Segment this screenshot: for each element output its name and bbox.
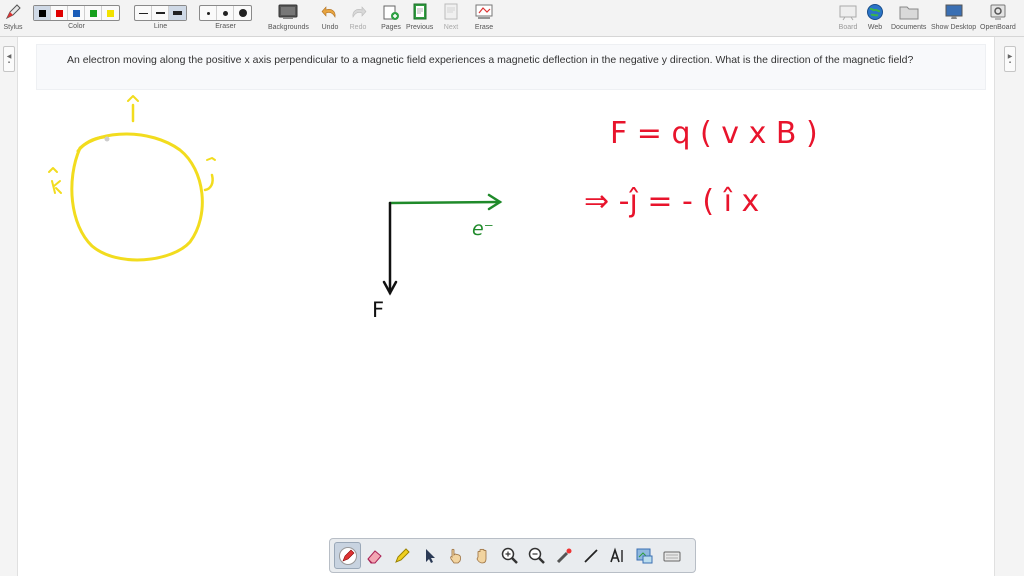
- electron-velocity-arrow: [388, 193, 503, 211]
- capture-icon: [636, 548, 652, 563]
- whiteboard-canvas[interactable]: e⁻ F F = q ( v x B ) ⇒ -ĵ = - ( î x: [0, 0, 1024, 576]
- selector-tool-button[interactable]: [415, 542, 442, 569]
- zoom-in-icon: [501, 547, 518, 564]
- hand-pan-icon: [476, 548, 486, 563]
- eraser-tool-button[interactable]: [361, 542, 388, 569]
- laser-pointer-tool-button[interactable]: [550, 542, 577, 569]
- play-tool-button[interactable]: [442, 542, 469, 569]
- force-label: F: [372, 298, 384, 322]
- marker-tool-button[interactable]: [388, 542, 415, 569]
- cursor-dot: [104, 136, 110, 142]
- virtual-keyboard-tool-button[interactable]: [658, 542, 685, 569]
- zoom-out-icon: [528, 547, 545, 564]
- laser-pointer-icon: [556, 548, 571, 563]
- axis-circle-sketch: [48, 95, 216, 262]
- pen-icon: [338, 546, 357, 565]
- direction-equation: ⇒ -ĵ = - ( î x: [584, 184, 759, 219]
- capture-tool-button[interactable]: [631, 542, 658, 569]
- force-arrow: [382, 201, 398, 296]
- electron-label: e⁻: [472, 218, 494, 240]
- zoom-out-tool-button[interactable]: [523, 542, 550, 569]
- text-icon: [609, 546, 623, 562]
- line-icon: [583, 548, 598, 563]
- pointing-hand-icon: [449, 548, 461, 563]
- arrow-cursor-icon: [425, 548, 435, 563]
- zoom-in-tool-button[interactable]: [496, 542, 523, 569]
- tool-palette: [329, 538, 696, 573]
- lorentz-equation: F = q ( v x B ): [610, 116, 818, 151]
- eraser-icon: [366, 549, 382, 563]
- line-tool-button[interactable]: [577, 542, 604, 569]
- hand-tool-button[interactable]: [469, 542, 496, 569]
- keyboard-icon: [663, 551, 680, 561]
- text-tool-button[interactable]: [604, 542, 631, 569]
- highlighter-icon: [394, 547, 410, 563]
- pen-tool-button[interactable]: [334, 542, 361, 569]
